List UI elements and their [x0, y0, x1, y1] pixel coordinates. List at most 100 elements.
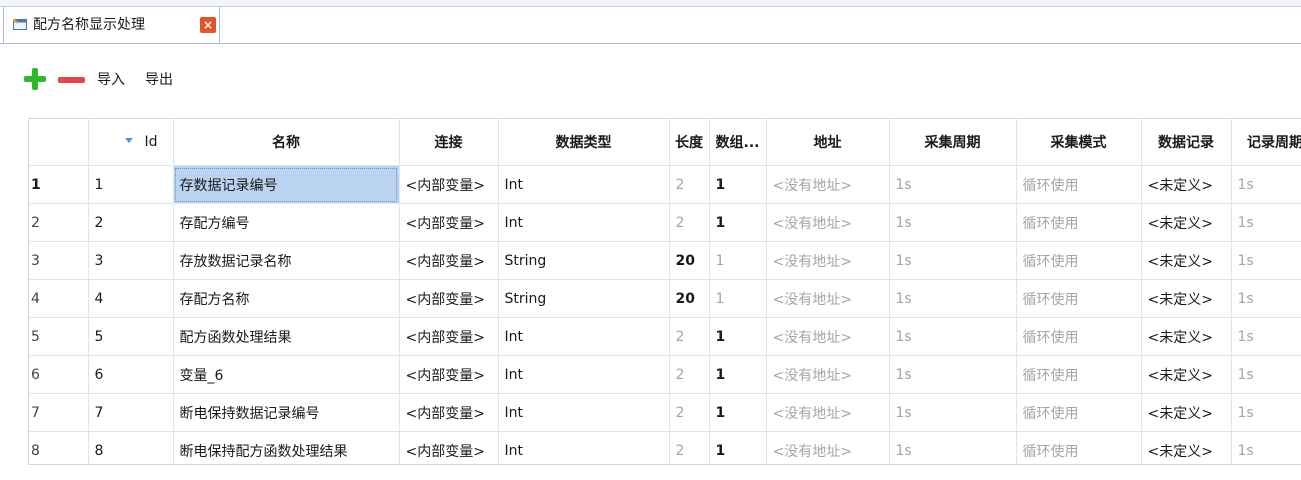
data-type-cell[interactable]: Int [498, 317, 670, 356]
id-cell[interactable]: 4 [88, 279, 174, 318]
array-cell[interactable]: 1 [709, 355, 767, 394]
column-header-array[interactable]: 数组... [709, 119, 767, 166]
array-cell[interactable]: 1 [709, 203, 767, 242]
export-button[interactable]: 导出 [145, 70, 173, 90]
address-cell[interactable]: <没有地址> [766, 317, 890, 356]
connection-cell[interactable]: <内部变量> [399, 431, 499, 464]
column-header-acquisition-mode[interactable]: 采集模式 [1016, 119, 1142, 166]
length-cell[interactable]: 20 [669, 241, 710, 280]
connection-cell[interactable]: <内部变量> [399, 317, 499, 356]
name-cell[interactable]: 变量_6 [173, 355, 400, 394]
connection-cell[interactable]: <内部变量> [399, 241, 499, 280]
data-record-cell[interactable]: <未定义> [1141, 241, 1232, 280]
name-cell[interactable]: 存配方名称 [173, 279, 400, 318]
connection-cell[interactable]: <内部变量> [399, 165, 499, 204]
name-cell[interactable]: 存放数据记录名称 [173, 241, 400, 280]
data-record-cell[interactable]: <未定义> [1141, 165, 1232, 204]
acquisition-period-cell[interactable]: 1s [889, 317, 1017, 356]
data-record-cell[interactable]: <未定义> [1141, 393, 1232, 432]
data-record-cell[interactable]: <未定义> [1141, 317, 1232, 356]
acquisition-mode-cell[interactable]: 循环使用 [1016, 203, 1142, 242]
table-row[interactable]: 8 8 断电保持配方函数处理结果 <内部变量> Int 2 1 <没有地址> 1s 循环使用 <未定… [29, 431, 1301, 464]
add-icon[interactable] [24, 68, 46, 90]
connection-cell[interactable]: <内部变量> [399, 393, 499, 432]
length-cell[interactable]: 2 [669, 431, 710, 464]
name-cell[interactable]: 配方函数处理结果 [173, 317, 400, 356]
data-record-cell[interactable]: <未定义> [1141, 355, 1232, 394]
record-period-cell[interactable]: 1s [1231, 279, 1301, 318]
name-cell[interactable]: 断电保持配方函数处理结果 [173, 431, 400, 464]
acquisition-mode-cell[interactable]: 循环使用 [1016, 355, 1142, 394]
array-cell[interactable]: 1 [709, 431, 767, 464]
table-row[interactable]: 7 7 断电保持数据记录编号 <内部变量> Int 2 1 <没有地址> 1s 循环使用 <未定义>… [29, 393, 1301, 432]
column-header-acquisition-period[interactable]: 采集周期 [889, 119, 1017, 166]
acquisition-mode-cell[interactable]: 循环使用 [1016, 279, 1142, 318]
column-header-address[interactable]: 地址 [766, 119, 890, 166]
address-cell[interactable]: <没有地址> [766, 165, 890, 204]
column-header-id[interactable]: Id [88, 119, 174, 166]
address-cell[interactable]: <没有地址> [766, 355, 890, 394]
record-period-cell[interactable]: 1s [1231, 355, 1301, 394]
address-cell[interactable]: <没有地址> [766, 393, 890, 432]
column-header-length[interactable]: 长度 [669, 119, 710, 166]
length-cell[interactable]: 2 [669, 165, 710, 204]
data-type-cell[interactable]: Int [498, 165, 670, 204]
address-cell[interactable]: <没有地址> [766, 203, 890, 242]
length-cell[interactable]: 2 [669, 355, 710, 394]
table-row[interactable]: 1 1 存数据记录编号 <内部变量> Int 2 1 <没有地址> 1s 循环使用 <未定义> 1s [29, 165, 1301, 204]
array-cell[interactable]: 1 [709, 393, 767, 432]
connection-cell[interactable]: <内部变量> [399, 203, 499, 242]
id-cell[interactable]: 3 [88, 241, 174, 280]
column-header-data-record[interactable]: 数据记录 [1141, 119, 1232, 166]
id-cell[interactable]: 7 [88, 393, 174, 432]
record-period-cell[interactable]: 1s [1231, 431, 1301, 464]
acquisition-period-cell[interactable]: 1s [889, 431, 1017, 464]
record-period-cell[interactable]: 1s [1231, 165, 1301, 204]
id-cell[interactable]: 1 [88, 165, 174, 204]
column-header-connection[interactable]: 连接 [399, 119, 499, 166]
acquisition-period-cell[interactable]: 1s [889, 355, 1017, 394]
name-cell[interactable]: 存配方编号 [173, 203, 400, 242]
close-icon[interactable]: × [200, 17, 216, 33]
data-record-cell[interactable]: <未定义> [1141, 279, 1232, 318]
id-cell[interactable]: 5 [88, 317, 174, 356]
table-row[interactable]: 6 6 变量_6 <内部变量> Int 2 1 <没有地址> 1s 循环使用 <未定义> 1s [29, 355, 1301, 394]
array-cell[interactable]: 1 [709, 241, 767, 280]
data-type-cell[interactable]: Int [498, 393, 670, 432]
data-type-cell[interactable]: String [498, 241, 670, 280]
table-row[interactable]: 5 5 配方函数处理结果 <内部变量> Int 2 1 <没有地址> 1s 循环使用 <未定义> 1s [29, 317, 1301, 356]
acquisition-period-cell[interactable]: 1s [889, 165, 1017, 204]
acquisition-mode-cell[interactable]: 循环使用 [1016, 165, 1142, 204]
acquisition-period-cell[interactable]: 1s [889, 241, 1017, 280]
address-cell[interactable]: <没有地址> [766, 279, 890, 318]
record-period-cell[interactable]: 1s [1231, 203, 1301, 242]
tab-recipe-name-display[interactable]: 配方名称显示处理 × [3, 7, 220, 43]
data-type-cell[interactable]: Int [498, 431, 670, 464]
acquisition-period-cell[interactable]: 1s [889, 393, 1017, 432]
record-period-cell[interactable]: 1s [1231, 241, 1301, 280]
address-cell[interactable]: <没有地址> [766, 431, 890, 464]
data-type-cell[interactable]: String [498, 279, 670, 318]
length-cell[interactable]: 2 [669, 203, 710, 242]
id-cell[interactable]: 6 [88, 355, 174, 394]
acquisition-mode-cell[interactable]: 循环使用 [1016, 317, 1142, 356]
length-cell[interactable]: 20 [669, 279, 710, 318]
address-cell[interactable]: <没有地址> [766, 241, 890, 280]
record-period-cell[interactable]: 1s [1231, 317, 1301, 356]
column-header-record-period[interactable]: 记录周期 [1231, 119, 1301, 166]
acquisition-period-cell[interactable]: 1s [889, 279, 1017, 318]
remove-icon[interactable] [58, 77, 85, 83]
connection-cell[interactable]: <内部变量> [399, 355, 499, 394]
length-cell[interactable]: 2 [669, 317, 710, 356]
connection-cell[interactable]: <内部变量> [399, 279, 499, 318]
length-cell[interactable]: 2 [669, 393, 710, 432]
data-record-cell[interactable]: <未定义> [1141, 203, 1232, 242]
import-button[interactable]: 导入 [97, 70, 125, 90]
table-row[interactable]: 4 4 存配方名称 <内部变量> String 20 1 <没有地址> 1s 循环使用 <未定义> 1… [29, 279, 1301, 318]
array-cell[interactable]: 1 [709, 165, 767, 204]
id-cell[interactable]: 2 [88, 203, 174, 242]
acquisition-mode-cell[interactable]: 循环使用 [1016, 241, 1142, 280]
table-row[interactable]: 2 2 存配方编号 <内部变量> Int 2 1 <没有地址> 1s 循环使用 <未定义> 1s [29, 203, 1301, 242]
acquisition-period-cell[interactable]: 1s [889, 203, 1017, 242]
table-row[interactable]: 3 3 存放数据记录名称 <内部变量> String 20 1 <没有地址> 1s 循环使用 <未定… [29, 241, 1301, 280]
